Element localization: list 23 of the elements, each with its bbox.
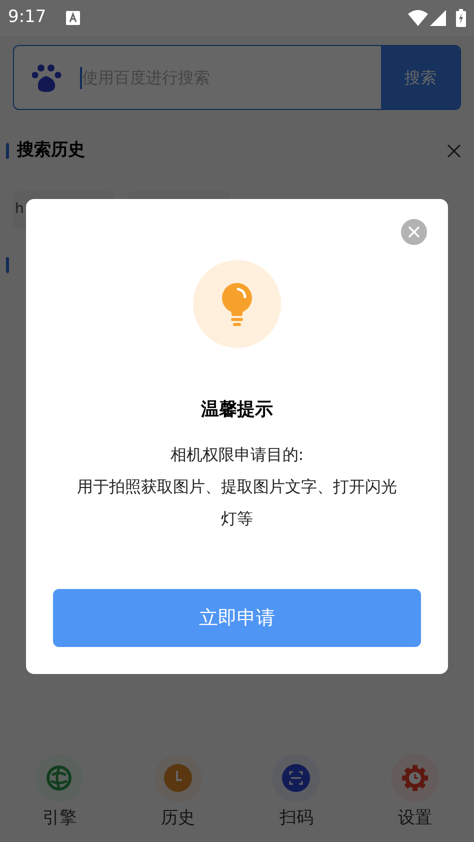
clock-icon xyxy=(164,764,192,792)
dialog-text: 相机权限申请目的: xyxy=(170,444,304,466)
gear-icon xyxy=(400,764,429,792)
apply-button[interactable]: 立即申请 xyxy=(53,589,421,647)
wifi-icon xyxy=(408,10,428,26)
signal-icon xyxy=(430,10,446,26)
section-title: 搜索历史 xyxy=(17,139,86,162)
dialog-text: 用于拍照获取图片、提取图片文字、打开闪光灯等 xyxy=(76,476,398,530)
scan-icon xyxy=(282,764,310,792)
search-button[interactable]: 搜索 xyxy=(381,46,460,109)
dialog-title: 温馨提示 xyxy=(201,398,273,422)
battery-icon xyxy=(456,9,466,27)
status-time: 9:17 xyxy=(8,6,46,30)
nav-item[interactable]: 引擎 xyxy=(0,754,118,832)
clear-history-icon[interactable] xyxy=(447,144,461,158)
lightbulb-icon xyxy=(193,260,281,348)
globe-icon xyxy=(46,765,72,791)
nav-item[interactable]: 扫码 xyxy=(237,754,356,832)
nav-item[interactable]: 设置 xyxy=(356,754,474,832)
close-icon[interactable] xyxy=(401,219,427,245)
keyboard-notification-icon xyxy=(66,11,80,25)
paw-logo-icon xyxy=(32,62,62,92)
nav-item[interactable]: 历史 xyxy=(118,754,237,832)
